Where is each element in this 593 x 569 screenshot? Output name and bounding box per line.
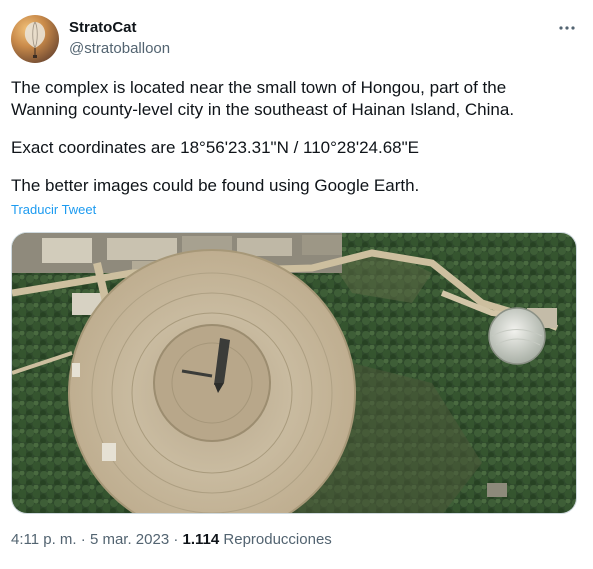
author-avatar[interactable] xyxy=(11,15,59,63)
tweet-card: StratoCat @stratoballoon The complex is … xyxy=(0,0,593,569)
more-dots-icon xyxy=(559,26,575,30)
tweet-time[interactable]: 4:11 p. m. xyxy=(11,531,77,548)
tweet-meta: 4:11 p. m. · 5 mar. 2023 · 1.114 Reprodu… xyxy=(11,530,332,550)
meta-separator-2: · xyxy=(173,531,179,548)
more-options-button[interactable] xyxy=(548,14,584,42)
tweet-paragraph-1: The complex is located near the small to… xyxy=(11,78,515,119)
balloon-avatar-icon xyxy=(11,15,59,63)
satellite-photo xyxy=(12,233,576,513)
views-count: 1.114 xyxy=(182,531,220,548)
author-display-name[interactable]: StratoCat xyxy=(69,18,170,38)
tweet-paragraph-2: Exact coordinates are 18°56'23.31"N / 11… xyxy=(11,138,419,157)
translate-tweet-link[interactable]: Traducir Tweet xyxy=(11,202,96,218)
tweet-paragraph-3: The better images could be found using G… xyxy=(11,176,420,195)
tweet-media-image[interactable] xyxy=(11,232,577,514)
meta-separator: · xyxy=(80,531,86,548)
author-info: StratoCat @stratoballoon xyxy=(69,18,170,59)
author-handle[interactable]: @stratoballoon xyxy=(69,39,170,59)
tweet-date[interactable]: 5 mar. 2023 xyxy=(90,531,169,548)
tweet-text: The complex is located near the small to… xyxy=(11,77,571,197)
views-label: Reproducciones xyxy=(223,531,332,548)
